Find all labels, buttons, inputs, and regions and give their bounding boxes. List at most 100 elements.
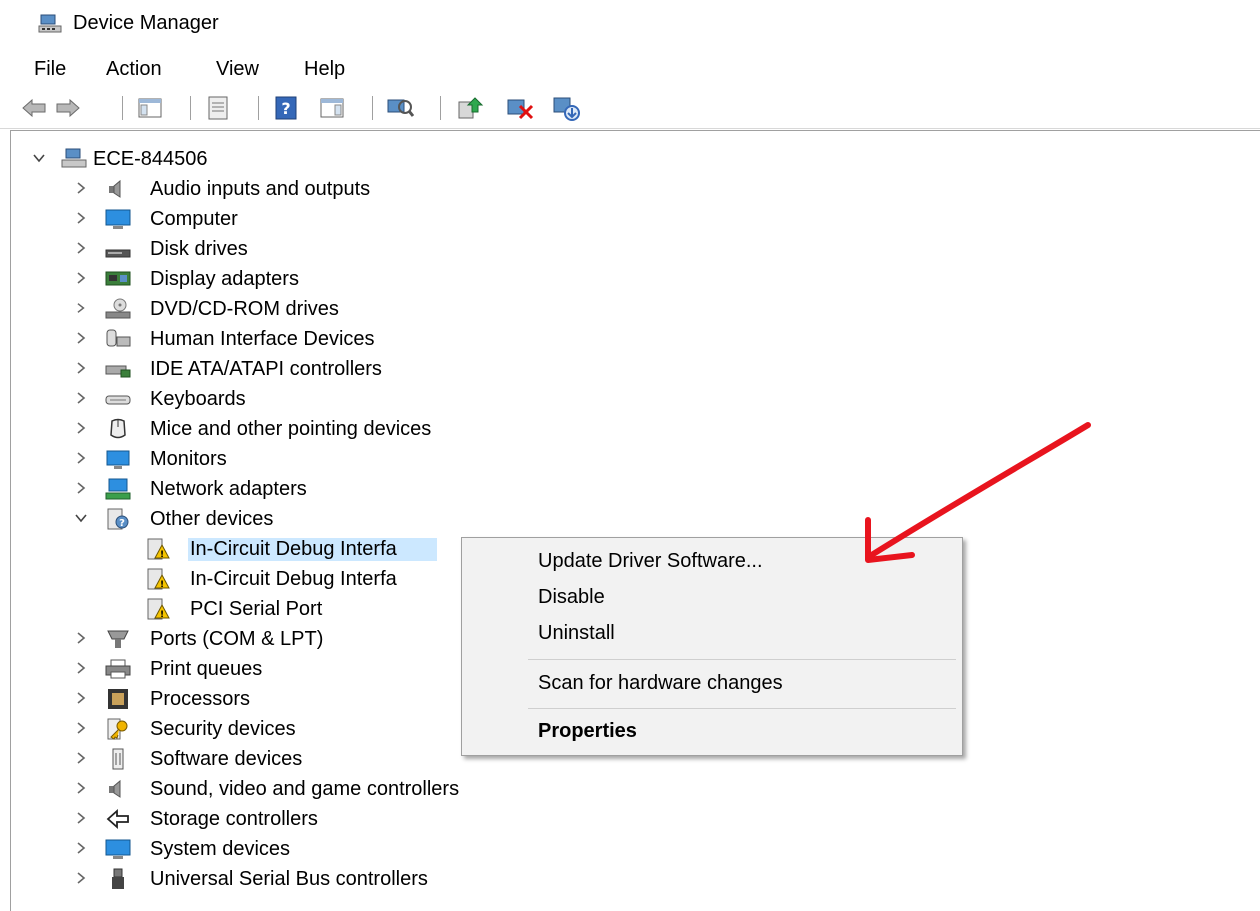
add-legacy-hardware-icon[interactable]: [552, 94, 580, 122]
tree-category-display-adapters[interactable]: Display adapters: [11, 264, 491, 294]
menu-item-disable[interactable]: Disable: [538, 586, 605, 609]
tree-category-other-devices[interactable]: ? Other devices: [11, 504, 491, 534]
hid-icon: [106, 329, 131, 347]
show-hide-console-tree-icon[interactable]: [136, 94, 164, 122]
menu-separator: [528, 659, 956, 660]
tree-category-storage-controllers[interactable]: Storage controllers: [11, 804, 451, 834]
tree-device-pci-serial-port[interactable]: ! PCI Serial Port: [11, 594, 471, 624]
menu-item-properties[interactable]: Properties: [538, 720, 637, 743]
tree-category-disk-drives[interactable]: Disk drives: [11, 234, 491, 264]
chevron-right-icon[interactable]: [73, 840, 89, 856]
chevron-right-icon[interactable]: [73, 390, 89, 406]
chevron-right-icon[interactable]: [73, 270, 89, 286]
uninstall-device-icon[interactable]: [506, 94, 534, 122]
properties-icon[interactable]: [204, 94, 232, 122]
tree-category-sound-video-game[interactable]: Sound, video and game controllers: [11, 774, 571, 804]
tree-category-processors[interactable]: Processors: [11, 684, 451, 714]
speaker-icon: [109, 179, 121, 198]
tree-category-monitors[interactable]: Monitors: [11, 444, 491, 474]
system-device-icon: [105, 839, 131, 859]
menu-help[interactable]: Help: [300, 56, 349, 83]
tree-device-label: In-Circuit Debug Interfa: [188, 538, 437, 561]
menu-item-scan-hardware[interactable]: Scan for hardware changes: [538, 672, 783, 695]
device-tree-pane: ECE-844506 Audio inputs and outputs Comp…: [10, 130, 1260, 911]
menu-view[interactable]: View: [212, 56, 263, 83]
computer-root-icon: [61, 148, 87, 168]
tree-category-label: Security devices: [150, 718, 296, 740]
chevron-right-icon[interactable]: [73, 360, 89, 376]
update-driver-icon[interactable]: [456, 94, 484, 122]
tree-category-keyboards[interactable]: Keyboards: [11, 384, 491, 414]
svg-text:?: ?: [119, 518, 125, 529]
tree-category-label: IDE ATA/ATAPI controllers: [150, 358, 382, 380]
chevron-right-icon[interactable]: [73, 630, 89, 646]
menu-action[interactable]: Action: [102, 56, 166, 83]
help-icon[interactable]: ?: [272, 94, 300, 122]
tree-category-label: Sound, video and game controllers: [150, 778, 460, 800]
software-device-icon: [112, 748, 124, 770]
chevron-right-icon[interactable]: [73, 450, 89, 466]
usb-icon: [112, 868, 124, 889]
menu-item-update-driver[interactable]: Update Driver Software...: [538, 550, 763, 573]
tree-category-computer[interactable]: Computer: [11, 204, 491, 234]
menu-separator: [528, 708, 956, 709]
tree-category-label: Processors: [150, 688, 251, 710]
forward-arrow-icon[interactable]: [54, 94, 82, 122]
chevron-right-icon[interactable]: [73, 330, 89, 346]
menu-file[interactable]: File: [30, 56, 70, 83]
back-arrow-icon[interactable]: [20, 94, 48, 122]
tree-category-print-queues[interactable]: Print queues: [11, 654, 451, 684]
tree-category-mice[interactable]: Mice and other pointing devices: [11, 414, 531, 444]
chevron-right-icon[interactable]: [73, 780, 89, 796]
monitor-icon: [105, 209, 131, 229]
chevron-right-icon[interactable]: [73, 420, 89, 436]
chevron-right-icon[interactable]: [73, 300, 89, 316]
tree-category-label: Display adapters: [150, 268, 299, 290]
scan-hardware-icon[interactable]: [386, 94, 414, 122]
tree-category-dvd-drives[interactable]: DVD/CD-ROM drives: [11, 294, 491, 324]
tree-category-audio[interactable]: Audio inputs and outputs: [11, 174, 491, 204]
warning-device-icon: !: [147, 538, 170, 560]
chevron-right-icon[interactable]: [73, 810, 89, 826]
show-action-pane-icon[interactable]: [318, 94, 346, 122]
tree-device-debug-interface-1[interactable]: ! In-Circuit Debug Interfa: [11, 534, 511, 564]
tree-device-debug-interface-2[interactable]: ! In-Circuit Debug Interfa: [11, 564, 471, 594]
chevron-down-icon[interactable]: [31, 150, 47, 166]
tree-category-system-devices[interactable]: System devices: [11, 834, 451, 864]
chevron-right-icon[interactable]: [73, 240, 89, 256]
chevron-right-icon[interactable]: [73, 870, 89, 886]
tree-category-security[interactable]: Security devices: [11, 714, 451, 744]
display-adapter-icon: [105, 271, 131, 286]
chevron-right-icon[interactable]: [73, 660, 89, 676]
disk-drive-icon: [105, 249, 131, 258]
toolbar: ?: [0, 88, 1260, 129]
port-icon: [107, 630, 129, 648]
tree-category-hid[interactable]: Human Interface Devices: [11, 324, 491, 354]
tree-category-network[interactable]: Network adapters: [11, 474, 491, 504]
tree-category-ports[interactable]: Ports (COM & LPT): [11, 624, 451, 654]
chevron-right-icon[interactable]: [73, 750, 89, 766]
tree-category-software-devices[interactable]: Software devices: [11, 744, 451, 774]
mouse-icon: [110, 418, 126, 439]
chevron-right-icon[interactable]: [73, 180, 89, 196]
chevron-down-icon[interactable]: [73, 510, 89, 526]
toolbar-separator: [190, 96, 191, 120]
tree-category-usb[interactable]: Universal Serial Bus controllers: [11, 864, 531, 894]
chevron-right-icon[interactable]: [73, 690, 89, 706]
security-key-icon: [107, 718, 128, 740]
storage-controller-icon: [106, 808, 129, 830]
speaker-icon: [109, 779, 121, 798]
toolbar-separator: [440, 96, 441, 120]
ide-controller-icon: [105, 365, 131, 378]
tree-root[interactable]: ECE-844506: [11, 144, 411, 174]
tree-category-label: DVD/CD-ROM drives: [150, 298, 339, 320]
tree-category-label: Other devices: [150, 508, 274, 530]
printer-icon: [105, 659, 131, 679]
chevron-right-icon[interactable]: [73, 210, 89, 226]
chevron-right-icon[interactable]: [73, 480, 89, 496]
tree-category-label: Storage controllers: [150, 808, 318, 830]
chevron-right-icon[interactable]: [73, 720, 89, 736]
menu-item-uninstall[interactable]: Uninstall: [538, 622, 615, 645]
tree-category-ide[interactable]: IDE ATA/ATAPI controllers: [11, 354, 491, 384]
tree-root-label: ECE-844506: [93, 148, 208, 170]
